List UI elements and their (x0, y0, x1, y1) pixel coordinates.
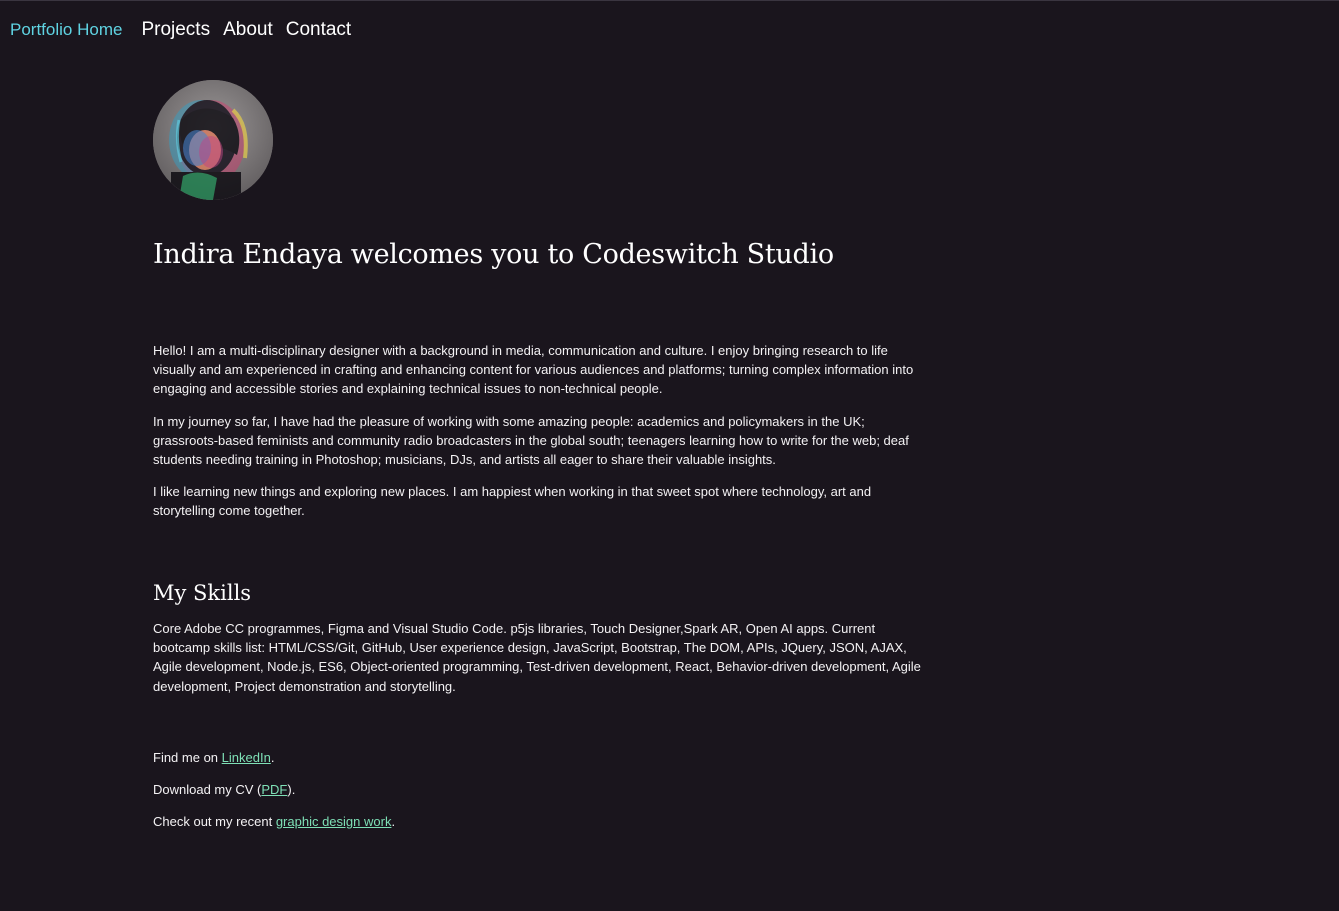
intro-paragraph-3: I like learning new things and exploring… (153, 484, 872, 519)
design-prefix: Check out my recent (153, 814, 276, 829)
nav-contact-link[interactable]: Contact (286, 19, 351, 41)
skills-heading: My Skills (153, 581, 252, 605)
cv-line: Download my CV (PDF). (153, 780, 295, 799)
cv-suffix: ). (287, 782, 296, 797)
graphic-design-work-link[interactable]: graphic design work (276, 814, 392, 829)
profile-photo-icon (153, 80, 273, 200)
nav-about-link[interactable]: About (223, 19, 273, 41)
linkedin-line: Find me on LinkedIn. (153, 748, 274, 767)
nav-portfolio-home-link[interactable]: Portfolio Home (10, 20, 122, 40)
design-work-line: Check out my recent graphic design work. (153, 812, 395, 831)
page-title: Indira Endaya welcomes you to Codeswitch… (153, 239, 834, 270)
cv-prefix: Download my CV ( (153, 782, 262, 797)
avatar (153, 80, 273, 200)
nav-projects-link[interactable]: Projects (141, 19, 210, 41)
intro-paragraph-1: Hello! I am a multi-disciplinary designe… (153, 343, 914, 397)
intro-paragraph-2: In my journey so far, I have had the ple… (153, 414, 909, 468)
cv-pdf-link[interactable]: PDF (261, 782, 287, 797)
linkedin-suffix: . (270, 750, 275, 765)
top-nav: Portfolio Home Projects About Contact (10, 18, 364, 42)
linkedin-link[interactable]: LinkedIn (222, 750, 271, 765)
design-suffix: . (391, 814, 396, 829)
skills-text: Core Adobe CC programmes, Figma and Visu… (153, 621, 921, 694)
linkedin-prefix: Find me on (153, 750, 222, 765)
